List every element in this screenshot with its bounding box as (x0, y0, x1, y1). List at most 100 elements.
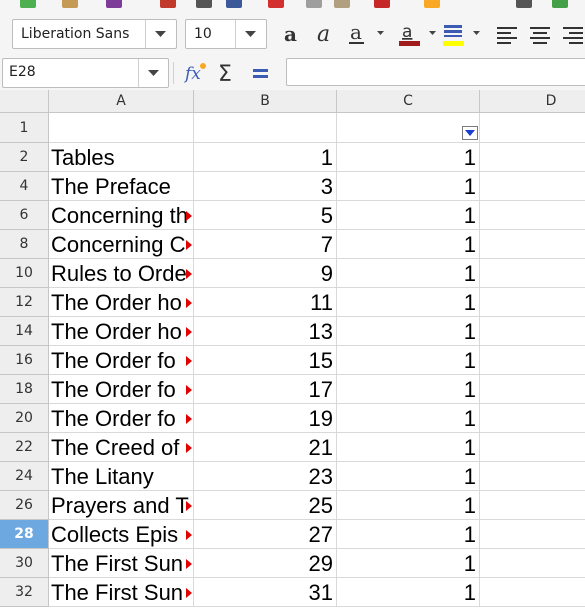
name-box-dropdown-button[interactable] (138, 59, 168, 87)
cell-b[interactable]: 11 (194, 288, 337, 317)
row-header[interactable]: 4 (0, 172, 49, 201)
cell-d[interactable] (480, 143, 585, 172)
cell-d[interactable] (480, 549, 585, 578)
font-size-dropdown-button[interactable] (235, 20, 266, 48)
cell-a[interactable]: Concerning th (49, 201, 194, 230)
cell-b[interactable]: 31 (194, 578, 337, 607)
align-center-button[interactable] (527, 21, 553, 47)
sum-button[interactable]: Σ (216, 60, 240, 87)
cell-a1[interactable] (49, 113, 194, 143)
cell-a[interactable]: The Order fo (49, 346, 194, 375)
row-header[interactable]: 10 (0, 259, 49, 288)
spreadsheet-grid[interactable]: A B C D 1 2 Tables 1 1 4 The Preface 3 1 6 Concer… (0, 90, 585, 609)
row-header[interactable]: 30 (0, 549, 49, 578)
cell-c[interactable]: 1 (337, 462, 480, 491)
cell-a[interactable]: Tables (49, 143, 194, 172)
cell-a[interactable]: Concerning C (49, 230, 194, 259)
cell-c[interactable]: 1 (337, 259, 480, 288)
cell-a[interactable]: The Order ho (49, 317, 194, 346)
cell-d[interactable] (480, 433, 585, 462)
cell-c[interactable]: 1 (337, 143, 480, 172)
align-right-button[interactable] (560, 21, 585, 47)
cell-c[interactable]: 1 (337, 433, 480, 462)
cell-c[interactable]: 1 (337, 346, 480, 375)
cell-a[interactable]: The First Sun (49, 578, 194, 607)
row-header[interactable]: 20 (0, 404, 49, 433)
cell-b[interactable]: 21 (194, 433, 337, 462)
font-color-button[interactable]: a (397, 21, 423, 47)
save-icon[interactable] (106, 0, 122, 8)
cell-d[interactable] (480, 201, 585, 230)
cell-a[interactable]: The Order fo (49, 404, 194, 433)
cell-c[interactable]: 1 (337, 375, 480, 404)
clone-formatting-icon[interactable] (374, 0, 390, 8)
cell-c1[interactable] (337, 113, 480, 143)
cell-b[interactable]: 1 (194, 143, 337, 172)
column-header-d[interactable]: D (480, 90, 585, 113)
cell-d[interactable] (480, 375, 585, 404)
name-box[interactable]: E28 (2, 58, 169, 88)
cell-b[interactable]: 27 (194, 520, 337, 549)
cell-d[interactable] (480, 520, 585, 549)
row-header[interactable]: 16 (0, 346, 49, 375)
open-icon[interactable] (62, 0, 78, 8)
cell-c[interactable]: 1 (337, 520, 480, 549)
cell-d[interactable] (480, 462, 585, 491)
cell-b[interactable]: 29 (194, 549, 337, 578)
row-header[interactable]: 1 (0, 113, 49, 143)
cell-c[interactable]: 1 (337, 578, 480, 607)
highlight-color-button[interactable] (441, 21, 467, 47)
cell-a[interactable]: The Order ho (49, 288, 194, 317)
cell-a[interactable]: The Preface (49, 172, 194, 201)
cell-a[interactable]: Rules to Orde (49, 259, 194, 288)
column-header-c[interactable]: C (337, 90, 480, 113)
cell-b[interactable]: 23 (194, 462, 337, 491)
row-header[interactable]: 2 (0, 143, 49, 172)
cell-d[interactable] (480, 317, 585, 346)
row-header[interactable]: 12 (0, 288, 49, 317)
autofilter-button[interactable] (462, 126, 478, 140)
cell-d[interactable] (480, 346, 585, 375)
row-header[interactable]: 8 (0, 230, 49, 259)
undo-icon[interactable] (424, 0, 440, 8)
cell-c[interactable]: 1 (337, 172, 480, 201)
underline-button[interactable]: a (345, 21, 371, 47)
cell-b[interactable]: 9 (194, 259, 337, 288)
cell-c[interactable]: 1 (337, 491, 480, 520)
row-header[interactable]: 14 (0, 317, 49, 346)
cell-b1[interactable] (194, 113, 337, 143)
select-all-corner[interactable] (0, 90, 49, 113)
cell-c[interactable]: 1 (337, 288, 480, 317)
font-name-dropdown-button[interactable] (145, 20, 176, 48)
cell-d[interactable] (480, 259, 585, 288)
font-name-box[interactable]: Liberation Sans (12, 19, 177, 49)
row-header[interactable]: 18 (0, 375, 49, 404)
cell-d[interactable] (480, 288, 585, 317)
cell-c[interactable]: 1 (337, 201, 480, 230)
cell-b[interactable]: 19 (194, 404, 337, 433)
cell-b[interactable]: 5 (194, 201, 337, 230)
cut-icon[interactable] (268, 0, 284, 8)
cell-b[interactable]: 13 (194, 317, 337, 346)
underline-dropdown-icon[interactable] (377, 31, 385, 37)
cell-b[interactable]: 25 (194, 491, 337, 520)
cell-a[interactable]: Prayers and T (49, 491, 194, 520)
cell-a[interactable]: The Order fo (49, 375, 194, 404)
cell-a[interactable]: Collects Epis (49, 520, 194, 549)
align-left-button[interactable] (494, 21, 520, 47)
copy-icon[interactable] (306, 0, 322, 8)
cell-b[interactable]: 3 (194, 172, 337, 201)
cell-c[interactable]: 1 (337, 230, 480, 259)
font-size-box[interactable]: 10 (185, 19, 267, 49)
cell-a[interactable]: The First Sun (49, 549, 194, 578)
row-header[interactable]: 24 (0, 462, 49, 491)
export-pdf-icon[interactable] (160, 0, 176, 8)
row-header[interactable]: 22 (0, 433, 49, 462)
column-header-b[interactable]: B (194, 90, 337, 113)
cell-c[interactable]: 1 (337, 549, 480, 578)
formula-input[interactable] (286, 58, 585, 86)
print-icon[interactable] (196, 0, 212, 8)
bold-button[interactable]: a (280, 21, 306, 47)
cell-d1[interactable] (480, 113, 585, 143)
row-header[interactable]: 6 (0, 201, 49, 230)
